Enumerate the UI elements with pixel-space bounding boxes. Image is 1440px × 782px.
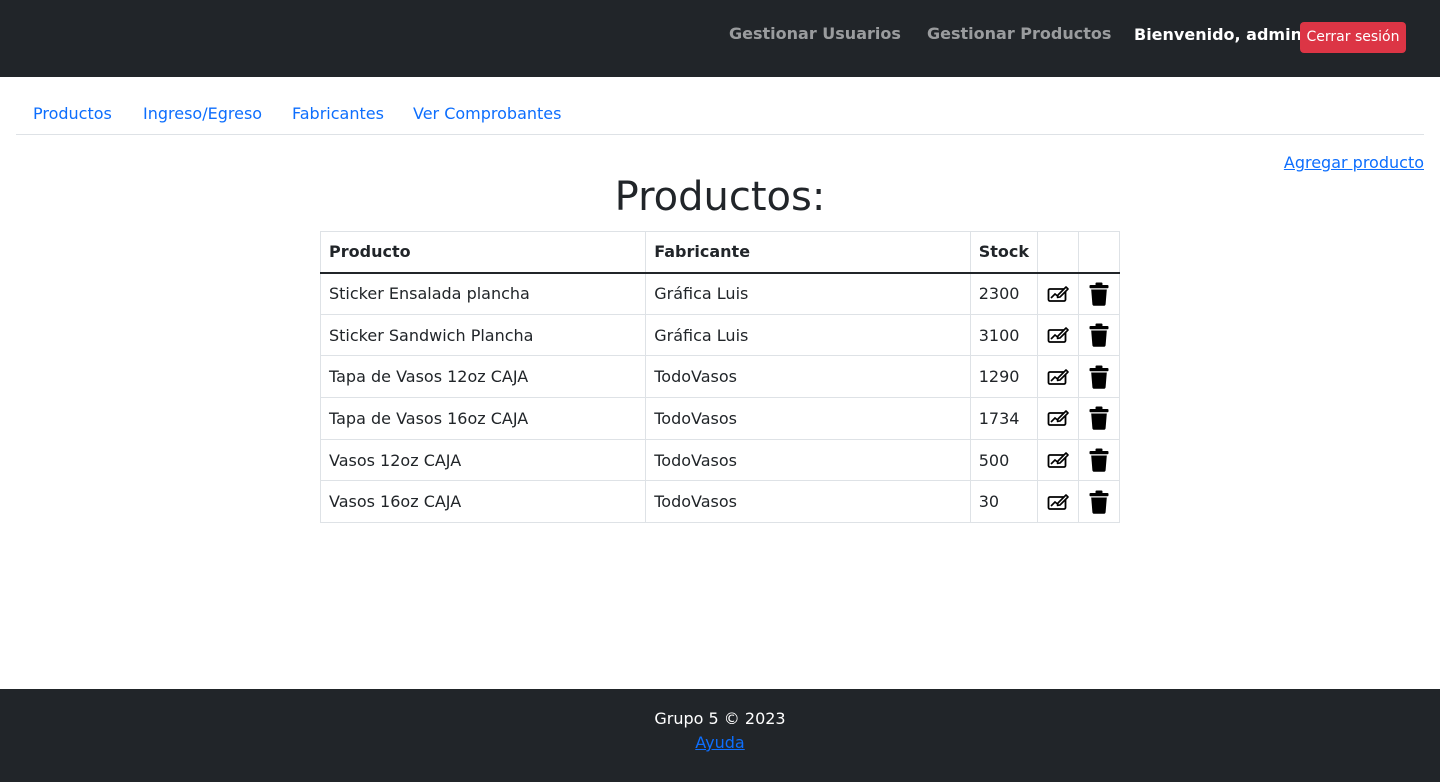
header-stock: Stock [969, 231, 1039, 274]
cell-stock: 30 [969, 480, 1039, 524]
cell-edit [1037, 397, 1080, 440]
cell-fabricante: Gráfica Luis [645, 313, 971, 357]
help-link[interactable]: Ayuda [0, 733, 1440, 752]
header-delete [1078, 231, 1120, 274]
top-navbar: Gestionar Usuarios Gestionar Productos B… [0, 0, 1440, 77]
cell-edit [1037, 313, 1080, 357]
welcome-text: Bienvenido, admin | [1134, 25, 1314, 44]
table-row: Tapa de Vasos 16oz CAJA TodoVasos 1734 [319, 397, 1120, 440]
cell-producto: Tapa de Vasos 16oz CAJA [319, 397, 647, 440]
table-row: Sticker Sandwich Plancha Gráfica Luis 3100 [319, 313, 1120, 357]
cell-delete [1078, 313, 1120, 357]
header-fabricante: Fabricante [645, 231, 971, 274]
footer-copyright: Grupo 5 © 2023 [654, 709, 786, 728]
cell-stock: 500 [969, 438, 1039, 482]
cell-edit [1037, 272, 1080, 315]
cell-stock: 1290 [969, 355, 1039, 399]
edit-icon[interactable] [1046, 408, 1070, 428]
add-product-link[interactable]: Agregar producto [1284, 153, 1424, 172]
table-row: Tapa de Vasos 12oz CAJA TodoVasos 1290 [319, 355, 1120, 399]
cell-producto: Vasos 16oz CAJA [319, 480, 647, 524]
cell-edit [1037, 438, 1080, 482]
table-header-row: Producto Fabricante Stock [319, 231, 1120, 274]
section-tabs: Productos Ingreso/Egreso Fabricantes Ver… [16, 93, 1424, 135]
trash-icon[interactable] [1087, 448, 1111, 472]
trash-icon[interactable] [1087, 282, 1111, 306]
edit-icon[interactable] [1046, 284, 1070, 304]
products-table: Producto Fabricante Stock Sticker Ensala… [319, 231, 1120, 524]
header-producto: Producto [319, 231, 647, 274]
table-row: Vasos 12oz CAJA TodoVasos 500 [319, 438, 1120, 482]
logout-button[interactable]: Cerrar sesión [1300, 22, 1406, 53]
cell-delete [1078, 480, 1120, 524]
cell-fabricante: TodoVasos [645, 397, 971, 440]
cell-producto: Tapa de Vasos 12oz CAJA [319, 355, 647, 399]
trash-icon[interactable] [1087, 323, 1111, 347]
nav-gestionar-usuarios[interactable]: Gestionar Usuarios [729, 24, 901, 43]
cell-producto: Sticker Sandwich Plancha [319, 313, 647, 357]
cell-fabricante: TodoVasos [645, 438, 971, 482]
cell-fabricante: TodoVasos [645, 480, 971, 524]
trash-icon[interactable] [1087, 490, 1111, 514]
tab-ver-comprobantes[interactable]: Ver Comprobantes [413, 104, 561, 123]
tab-ingreso-egreso[interactable]: Ingreso/Egreso [143, 104, 262, 123]
nav-gestionar-productos[interactable]: Gestionar Productos [927, 24, 1111, 43]
header-edit [1037, 231, 1080, 274]
footer: Grupo 5 © 2023 Ayuda [0, 689, 1440, 782]
cell-fabricante: TodoVasos [645, 355, 971, 399]
cell-edit [1037, 480, 1080, 524]
cell-producto: Vasos 12oz CAJA [319, 438, 647, 482]
cell-fabricante: Gráfica Luis [645, 272, 971, 315]
table-row: Vasos 16oz CAJA TodoVasos 30 [319, 480, 1120, 524]
cell-delete [1078, 355, 1120, 399]
edit-icon[interactable] [1046, 450, 1070, 470]
edit-icon[interactable] [1046, 492, 1070, 512]
trash-icon[interactable] [1087, 365, 1111, 389]
cell-delete [1078, 272, 1120, 315]
cell-stock: 2300 [969, 272, 1039, 315]
cell-stock: 1734 [969, 397, 1039, 440]
page-title: Productos: [614, 174, 826, 220]
trash-icon[interactable] [1087, 406, 1111, 431]
cell-edit [1037, 355, 1080, 399]
cell-stock: 3100 [969, 313, 1039, 357]
cell-producto: Sticker Ensalada plancha [319, 272, 647, 315]
tab-productos[interactable]: Productos [33, 104, 112, 123]
edit-icon[interactable] [1046, 325, 1070, 345]
cell-delete [1078, 397, 1120, 440]
edit-icon[interactable] [1046, 367, 1070, 387]
table-row: Sticker Ensalada plancha Gráfica Luis 2300 [319, 272, 1120, 315]
cell-delete [1078, 438, 1120, 482]
tab-fabricantes[interactable]: Fabricantes [292, 104, 384, 123]
